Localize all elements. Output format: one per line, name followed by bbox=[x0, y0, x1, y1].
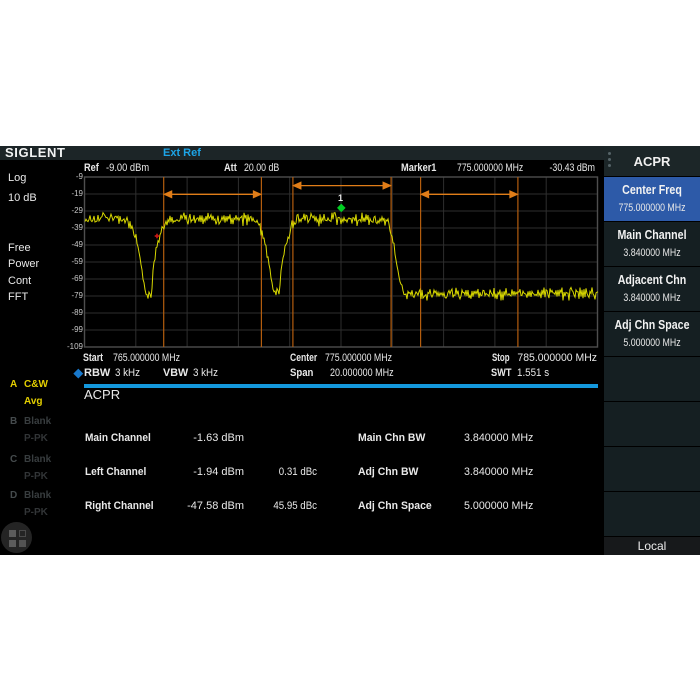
svg-text:1: 1 bbox=[338, 193, 343, 203]
